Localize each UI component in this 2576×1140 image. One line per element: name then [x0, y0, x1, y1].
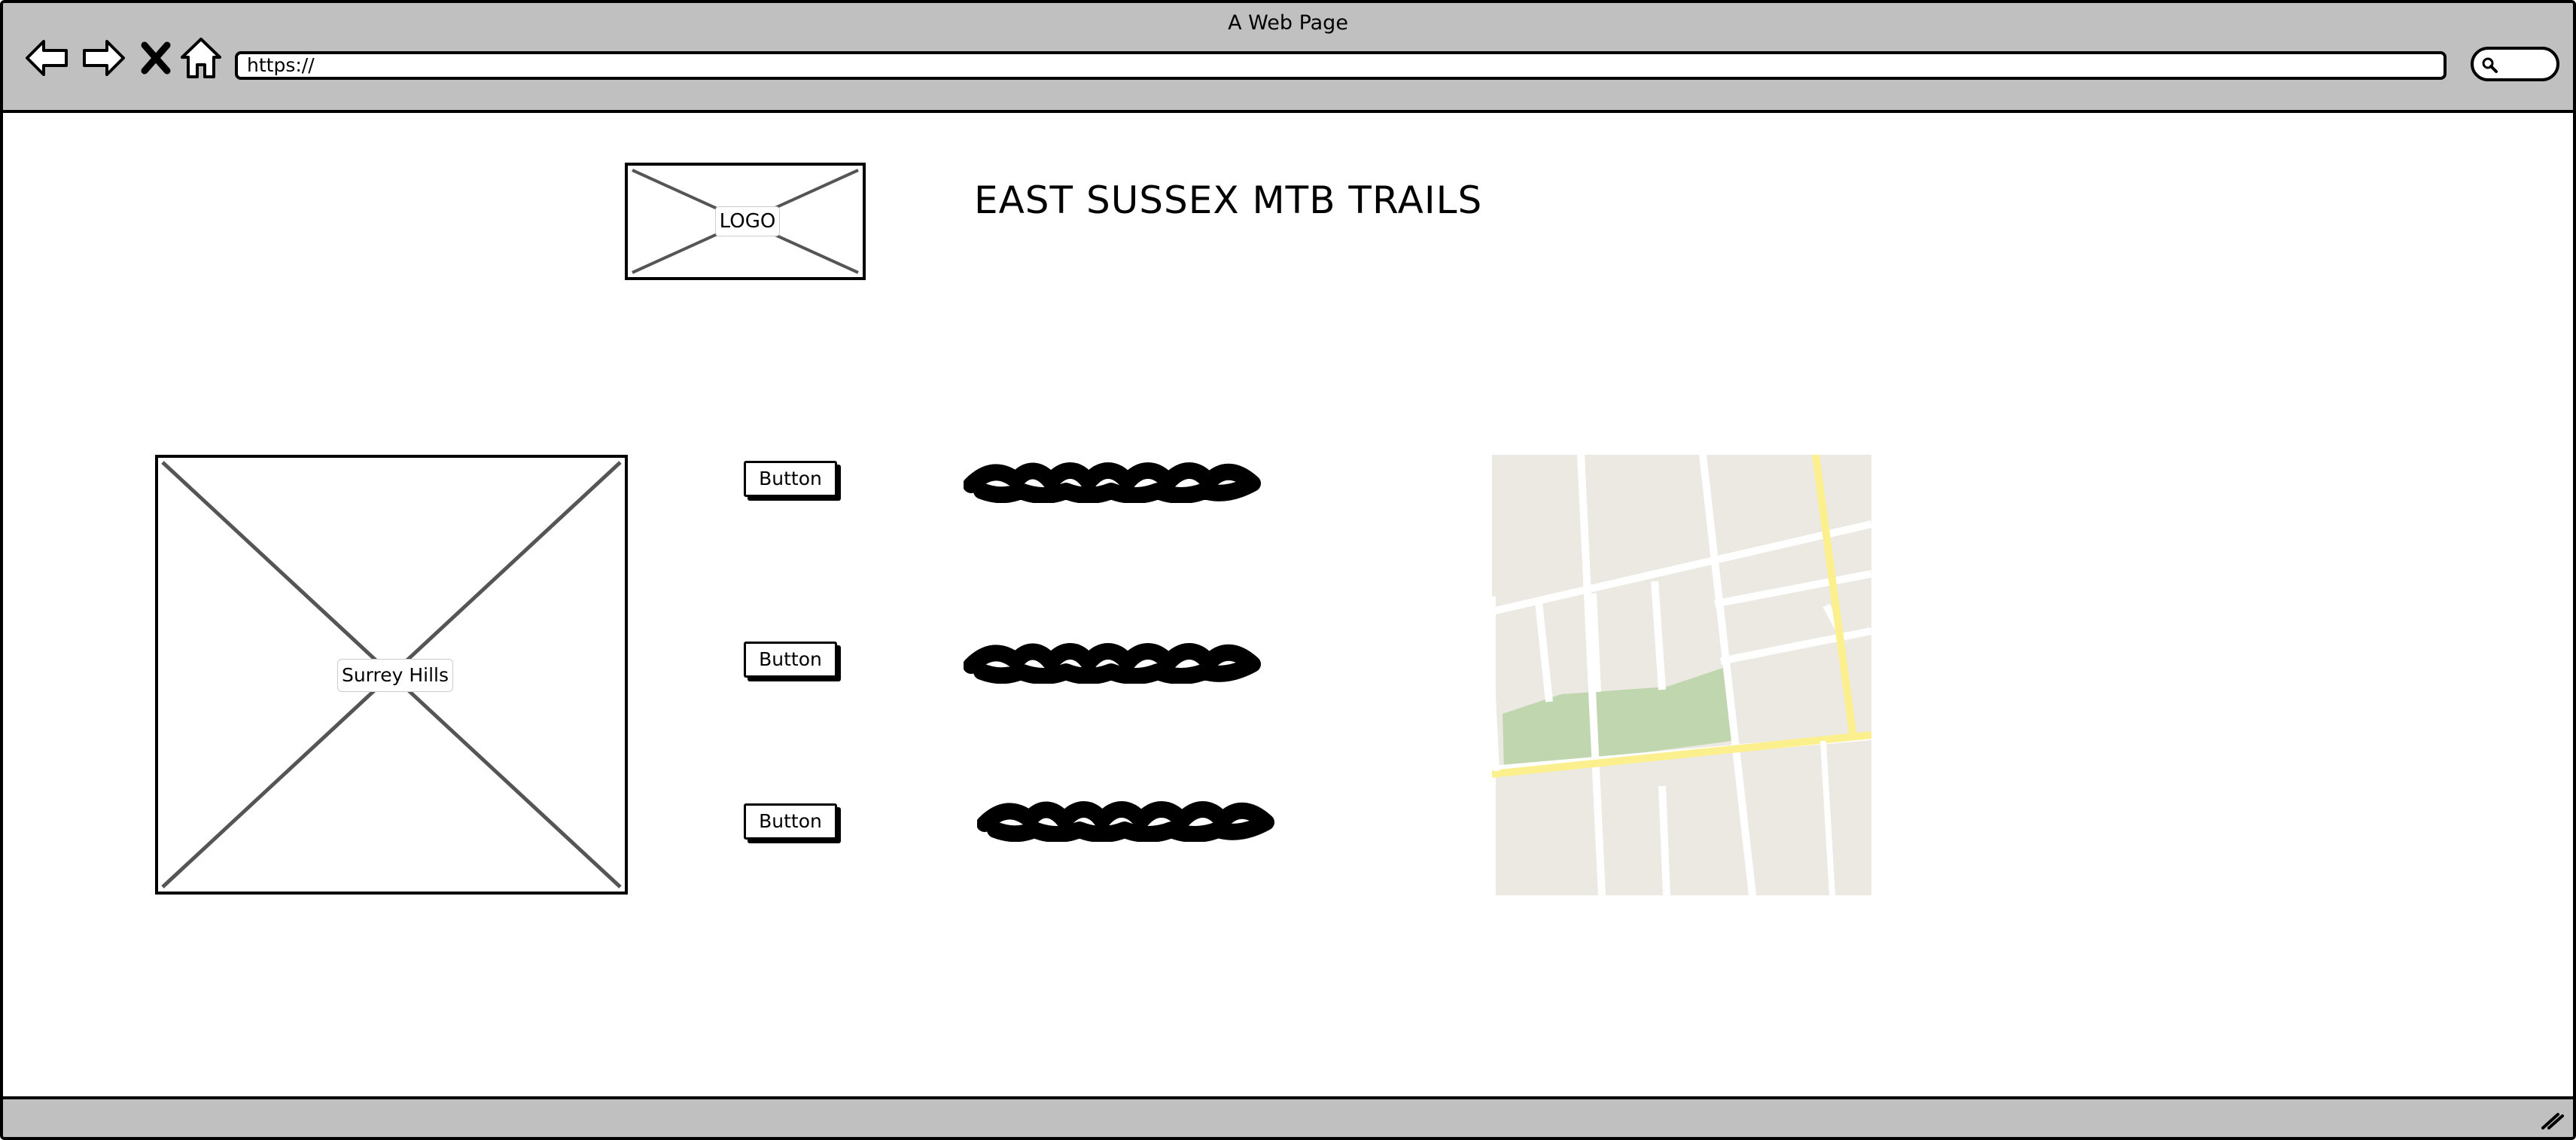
scribbled-text-3 [977, 801, 1274, 842]
forward-arrow-icon[interactable] [80, 35, 126, 81]
trail-button-3[interactable]: Button [744, 803, 837, 840]
browser-toolbar: A Web Page https:// [3, 3, 2573, 113]
search-icon [2482, 57, 2498, 73]
back-arrow-icon[interactable] [24, 35, 71, 81]
logo-placeholder: LOGO [625, 163, 866, 280]
trail-button-2[interactable]: Button [744, 642, 837, 678]
address-text: https:// [247, 54, 315, 76]
site-title: EAST SUSSEX MTB TRAILS [974, 178, 1483, 222]
scribbled-text-1 [964, 462, 1261, 503]
resize-grip-icon[interactable] [2540, 1108, 2565, 1131]
address-bar[interactable]: https:// [235, 51, 2447, 80]
browser-status-bar [3, 1096, 2573, 1137]
trail-map[interactable] [1492, 455, 1871, 895]
window-title: A Web Page [1228, 11, 1348, 35]
close-x-icon[interactable] [135, 35, 176, 81]
trail-image-placeholder: Surrey Hills [155, 455, 628, 895]
map-graphic [1492, 455, 1871, 895]
image-caption: Surrey Hills [337, 659, 453, 692]
scribbled-text-2 [964, 643, 1261, 684]
logo-label: LOGO [715, 206, 780, 236]
search-field[interactable] [2471, 47, 2559, 81]
trail-button-1[interactable]: Button [744, 461, 837, 497]
home-icon[interactable] [178, 35, 224, 81]
browser-window: A Web Page https:// LOGO EAST SUSSEX MTB… [0, 0, 2576, 1140]
